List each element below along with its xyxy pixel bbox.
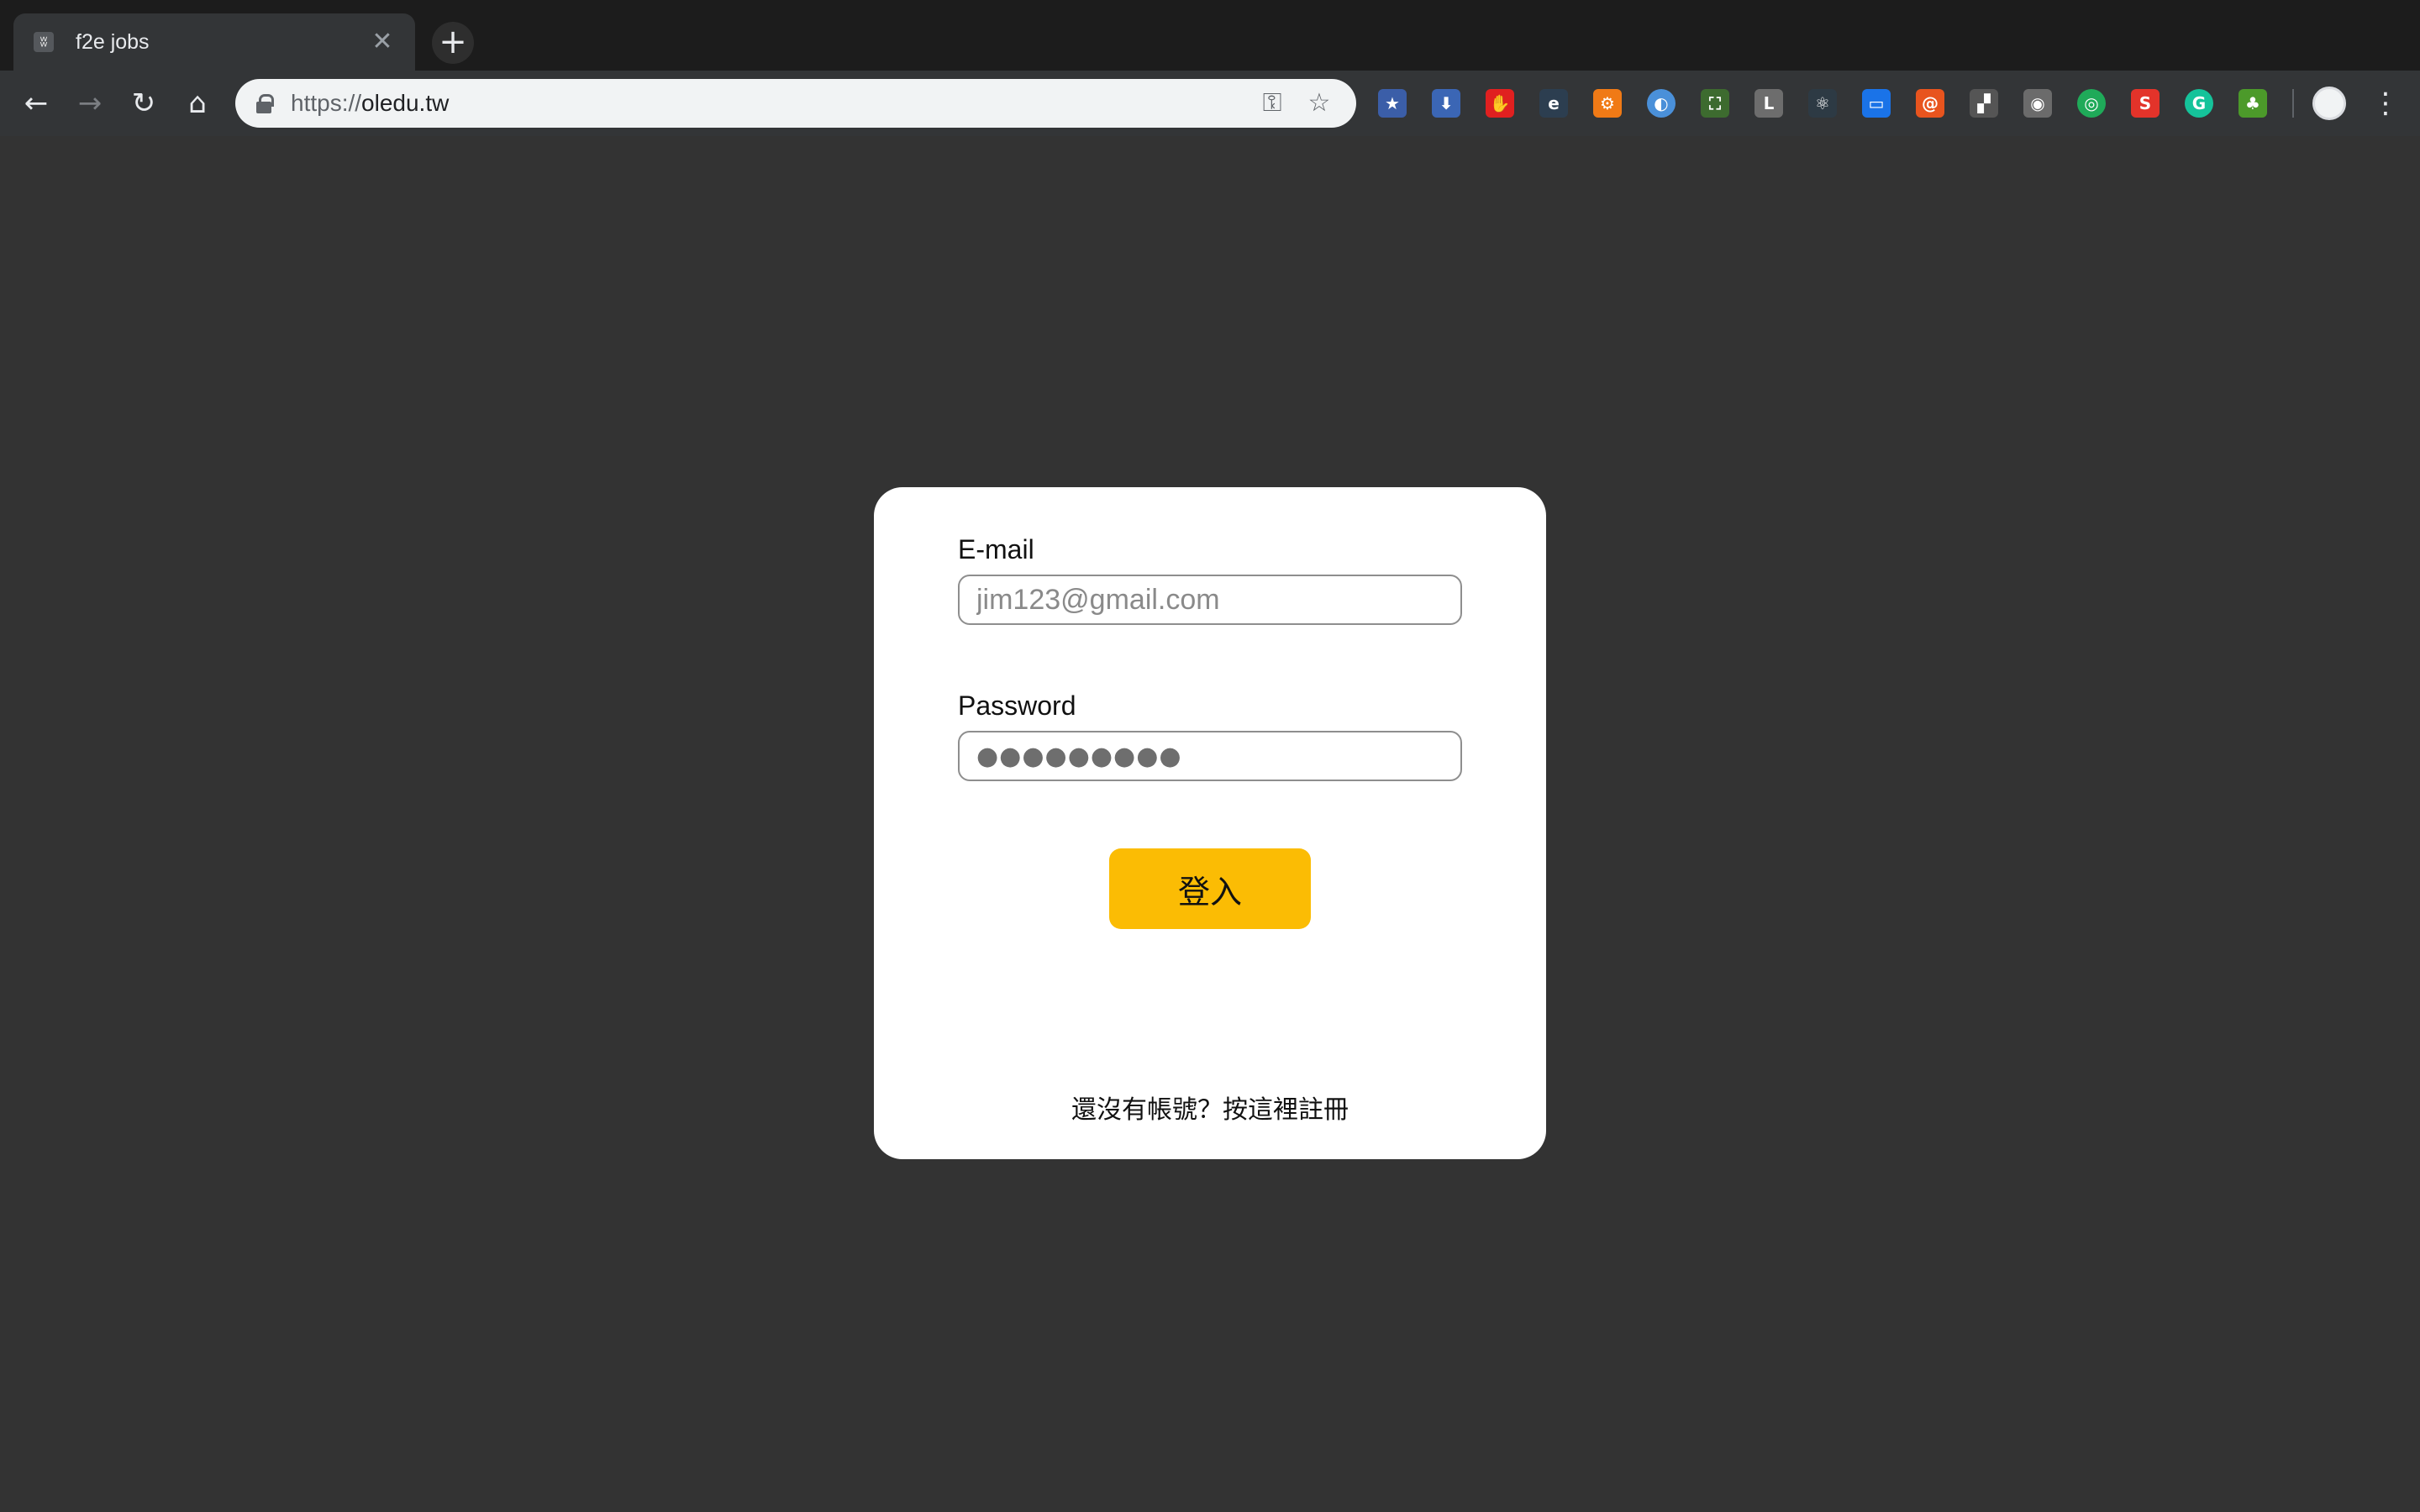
l-extension-icon[interactable]: L xyxy=(1754,89,1783,118)
address-bar[interactable]: https://oledu.tw ⚿ ☆ xyxy=(235,79,1356,128)
swirl-extension-icon[interactable]: @ xyxy=(1916,89,1944,118)
w-logo-icon: ʬ xyxy=(34,32,54,52)
target-extension-icon[interactable]: ◎ xyxy=(2077,89,2106,118)
forward-arrow-icon[interactable]: → xyxy=(71,84,109,123)
grammarly-extension-icon[interactable]: G xyxy=(2185,89,2213,118)
login-button[interactable]: 登入 xyxy=(1109,848,1311,929)
extensions-bar: ★ ⬇ ✋ e ⚙ ◐ ⛶ L ⚛ ▭ @ ▞ ◉ ◎ S G ♣ ⋮ xyxy=(1378,86,2400,121)
download-extension-icon[interactable]: ⬇ xyxy=(1432,89,1460,118)
close-icon[interactable]: ✕ xyxy=(370,29,395,55)
browser-menu-icon[interactable]: ⋮ xyxy=(2371,89,2400,118)
key-icon[interactable]: ⚿ xyxy=(1255,87,1289,120)
blocks-extension-icon[interactable]: ▞ xyxy=(1970,89,1998,118)
screen-capture-extension-icon[interactable]: ⛶ xyxy=(1701,89,1729,118)
url-scheme: https:// xyxy=(291,90,362,116)
login-card: E-mail Password ●●●●●●●●● 登入 還沒有帳號？按這裡註冊 xyxy=(874,487,1546,1159)
password-mask: ●●●●●●●●● xyxy=(976,741,1182,771)
camera-extension-icon[interactable]: ◉ xyxy=(2023,89,2052,118)
home-icon[interactable]: ⌂ xyxy=(178,84,217,123)
leaf-extension-icon[interactable]: ♣ xyxy=(2238,89,2267,118)
adblock-hand-extension-icon[interactable]: ✋ xyxy=(1486,89,1514,118)
url-host: oledu.tw xyxy=(361,90,450,116)
bookmark-star-extension-icon[interactable]: ★ xyxy=(1378,89,1407,118)
browser-toolbar: ← → ↻ ⌂ https://oledu.tw ⚿ ☆ ★ ⬇ ✋ e ⚙ ◐ ⛶ L ⚛ ▭ @… xyxy=(0,71,2420,136)
browser-tab[interactable]: ʬ f2e jobs ✕ xyxy=(13,13,415,71)
page-content: E-mail Password ●●●●●●●●● 登入 還沒有帳號？按這裡註冊 xyxy=(0,136,2420,1512)
reload-icon[interactable]: ↻ xyxy=(124,84,163,123)
email-input[interactable] xyxy=(958,575,1462,625)
url-text[interactable]: https://oledu.tw xyxy=(291,90,1242,117)
gear-extension-icon[interactable]: ⚙ xyxy=(1593,89,1622,118)
e-extension-icon[interactable]: e xyxy=(1539,89,1568,118)
password-input[interactable]: ●●●●●●●●● xyxy=(958,731,1462,781)
s-extension-icon[interactable]: S xyxy=(2131,89,2160,118)
password-label: Password xyxy=(958,690,1076,721)
email-label: E-mail xyxy=(958,534,1034,564)
browser-tabstrip: ʬ f2e jobs ✕ + xyxy=(0,0,2420,71)
new-tab-button[interactable]: + xyxy=(432,22,474,64)
signup-link[interactable]: 還沒有帳號？按這裡註冊 xyxy=(874,1089,1546,1126)
star-icon[interactable]: ☆ xyxy=(1302,87,1336,120)
lock-icon[interactable] xyxy=(255,93,274,113)
profile-avatar-icon[interactable] xyxy=(2312,87,2346,120)
back-arrow-icon[interactable]: ← xyxy=(17,84,55,123)
toolbar-separator xyxy=(2292,89,2294,118)
circle-extension-icon[interactable]: ◐ xyxy=(1647,89,1676,118)
tab-title: f2e jobs xyxy=(76,29,150,54)
react-devtools-extension-icon[interactable]: ⚛ xyxy=(1808,89,1837,118)
monitor-extension-icon[interactable]: ▭ xyxy=(1862,89,1891,118)
